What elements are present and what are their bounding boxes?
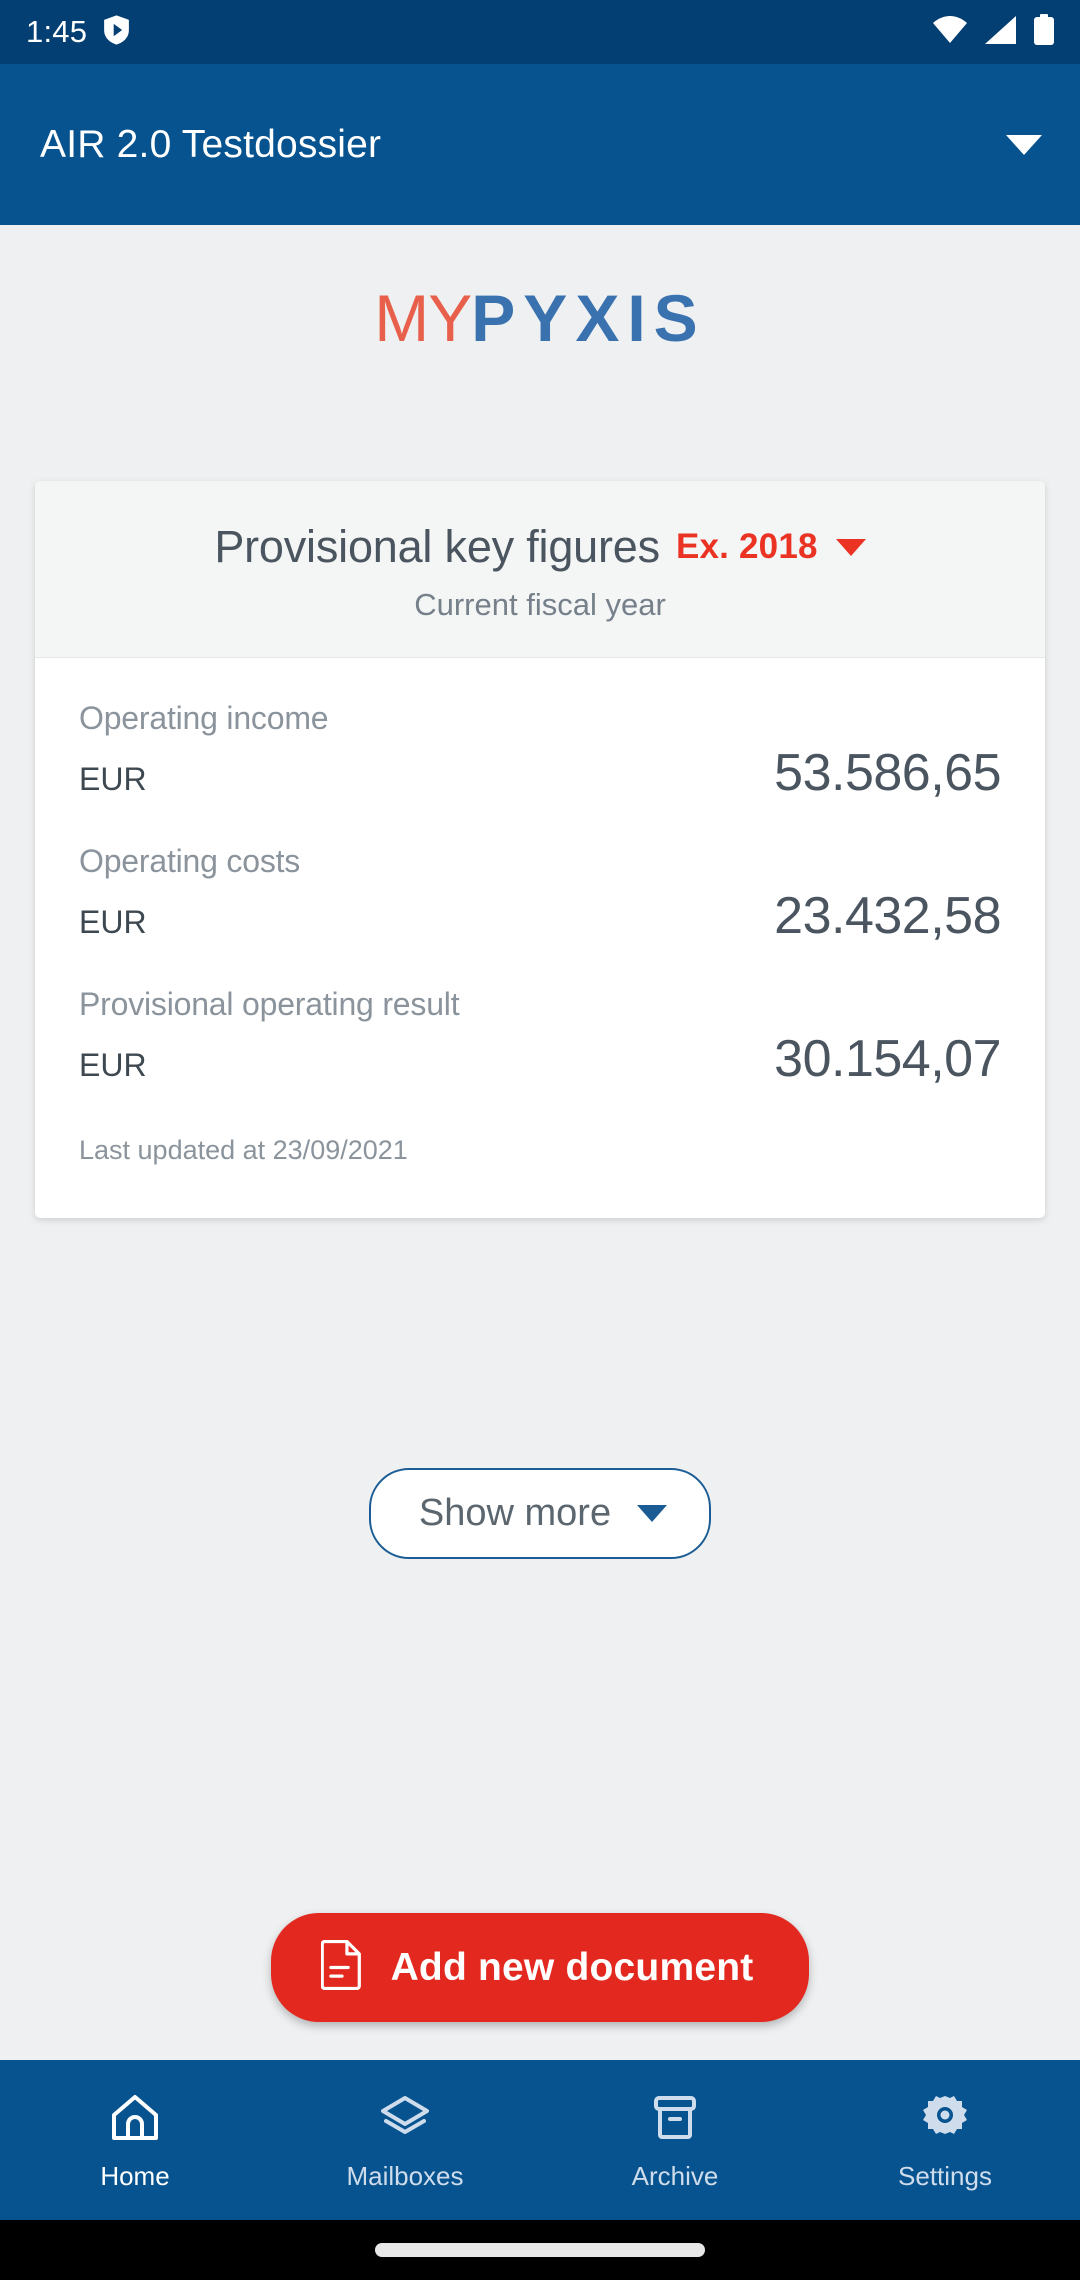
- figure-currency: EUR: [79, 904, 147, 940]
- figure-value: 53.586,65: [774, 744, 1001, 802]
- nav-label-home: Home: [100, 2161, 170, 2191]
- show-more-label: Show more: [418, 1492, 612, 1534]
- document-icon: [320, 1939, 363, 1995]
- battery-icon: [1034, 14, 1054, 50]
- status-bar: 1:45: [0, 0, 1080, 64]
- figure-line: EUR 53.586,65: [79, 743, 1001, 803]
- system-gesture-bar: [0, 2220, 1080, 2280]
- nav-label-mailboxes: Mailboxes: [346, 2161, 464, 2191]
- app-bar[interactable]: AIR 2.0 Testdossier: [0, 64, 1080, 225]
- logo-pyxis: PYXIS: [471, 281, 706, 355]
- nav-item-archive[interactable]: Archive: [540, 2060, 810, 2220]
- caret-down-icon: [637, 1505, 668, 1522]
- logo-my: MY: [374, 281, 472, 355]
- figure-line: EUR 23.432,58: [79, 886, 1001, 946]
- nav-label-settings: Settings: [898, 2161, 992, 2191]
- show-more-button[interactable]: Show more: [368, 1468, 712, 1559]
- figure-row: Provisional operating result EUR 30.154,…: [79, 986, 1001, 1089]
- add-new-document-button[interactable]: Add new document: [270, 1913, 810, 2022]
- cellular-signal-icon: [985, 15, 1016, 49]
- figure-label: Operating costs: [79, 843, 301, 879]
- figure-currency: EUR: [79, 1047, 147, 1083]
- card-body: Operating income EUR 53.586,65 Operating…: [35, 658, 1045, 1218]
- main-content: MYPYXIS Provisional key figures Ex. 2018…: [0, 225, 1080, 2060]
- mypyxis-logo: MYPYXIS: [0, 285, 1080, 351]
- archive-box-icon: [650, 2094, 700, 2147]
- card-title: Provisional key figures: [214, 521, 660, 572]
- app-screen: 1:45 AIR 2.0 Testdossier MYPYXIS Provisi…: [0, 0, 1080, 2280]
- chevron-down-icon[interactable]: [1006, 134, 1042, 155]
- status-bar-left: 1:45: [26, 14, 130, 50]
- figure-value: 23.432,58: [774, 887, 1001, 945]
- home-icon: [110, 2094, 160, 2147]
- figure-currency: EUR: [79, 761, 147, 797]
- fab-container: Add new document: [0, 1913, 1080, 2022]
- card-subtitle: Current fiscal year: [414, 587, 666, 622]
- bottom-navigation: Home Mailboxes Archive Settings: [0, 2060, 1080, 2220]
- figure-label: Provisional operating result: [79, 986, 460, 1022]
- gear-icon: [920, 2094, 970, 2147]
- key-figures-card: Provisional key figures Ex. 2018 Current…: [35, 481, 1045, 1218]
- figure-line: EUR 30.154,07: [79, 1029, 1001, 1089]
- status-bar-clock: 1:45: [26, 14, 88, 49]
- nav-item-mailboxes[interactable]: Mailboxes: [270, 2060, 540, 2220]
- card-header: Provisional key figures Ex. 2018 Current…: [35, 481, 1045, 658]
- show-more-container: Show more: [0, 1468, 1080, 1559]
- layers-icon: [380, 2094, 430, 2147]
- status-bar-right: [933, 14, 1054, 50]
- caret-down-icon[interactable]: [835, 538, 866, 556]
- card-header-row: Provisional key figures Ex. 2018: [35, 521, 1045, 573]
- gesture-handle[interactable]: [375, 2243, 705, 2257]
- last-updated-text: Last updated at 23/09/2021: [79, 1135, 408, 1165]
- figure-label: Operating income: [79, 700, 329, 736]
- app-bar-title: AIR 2.0 Testdossier: [40, 122, 382, 166]
- figure-row: Operating income EUR 53.586,65: [79, 700, 1001, 803]
- wifi-icon: [933, 15, 967, 49]
- nav-item-settings[interactable]: Settings: [810, 2060, 1080, 2220]
- figure-value: 30.154,07: [774, 1030, 1001, 1088]
- fab-label: Add new document: [390, 1945, 754, 1989]
- nav-item-home[interactable]: Home: [0, 2060, 270, 2220]
- figure-row: Operating costs EUR 23.432,58: [79, 843, 1001, 946]
- nav-label-archive: Archive: [631, 2161, 719, 2191]
- fiscal-year-selector[interactable]: Ex. 2018: [676, 527, 818, 567]
- shield-play-icon: [103, 14, 130, 50]
